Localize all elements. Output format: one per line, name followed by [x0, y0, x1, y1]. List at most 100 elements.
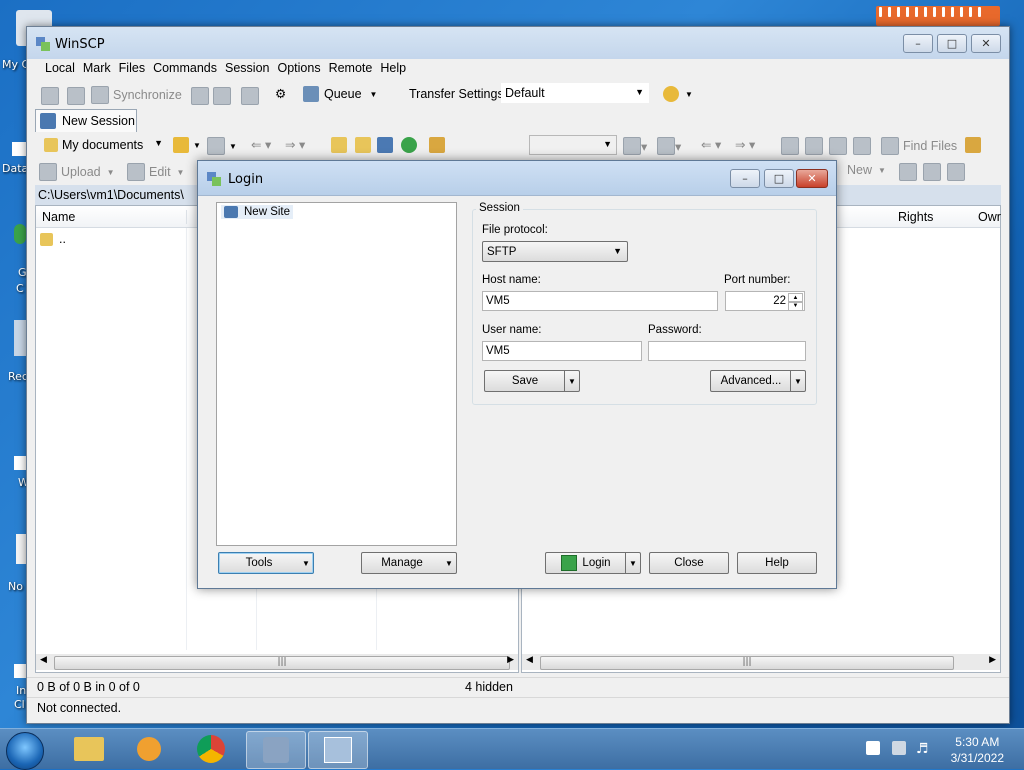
properties-icon[interactable]	[241, 87, 259, 105]
site-tree-item-new-site[interactable]: New Site	[221, 205, 294, 219]
clock[interactable]: 5:30 AM 3/31/2022	[951, 734, 1004, 766]
back-arrow-icon[interactable]: ⇐ ▾	[251, 137, 271, 152]
notepad-icon[interactable]	[16, 534, 26, 564]
terminal-icon[interactable]	[213, 87, 231, 105]
scrollbar-thumb[interactable]: |||	[54, 656, 510, 670]
local-location-select[interactable]: My documents ▼	[41, 135, 167, 155]
menu-local[interactable]: Local	[41, 59, 79, 77]
port-number-input[interactable]: 22 ▲ ▼	[725, 291, 805, 311]
menu-files[interactable]: Files	[115, 59, 149, 77]
advanced-button[interactable]: Advanced... ▼	[710, 370, 806, 392]
preferences-gear-icon[interactable]: ⚙	[275, 86, 286, 101]
chrome-desktop-icon[interactable]	[14, 224, 26, 244]
remote-forward-arrow-icon[interactable]: ⇒ ▾	[735, 137, 755, 152]
close-button[interactable]: ✕	[796, 169, 828, 188]
column-owner[interactable]: Owr	[978, 210, 1001, 224]
compare-icon[interactable]	[41, 87, 59, 105]
remote-parent-dir-icon[interactable]	[781, 137, 799, 155]
spin-down-icon[interactable]: ▼	[788, 301, 803, 311]
expand-icon[interactable]	[899, 163, 917, 181]
menu-help[interactable]: Help	[376, 59, 410, 77]
remote-tree-icon[interactable]	[965, 137, 981, 153]
login-button[interactable]: Login ▼	[545, 552, 641, 574]
local-horizontal-scrollbar[interactable]: ◀ ||| ▶	[36, 654, 518, 670]
menu-commands[interactable]: Commands	[149, 59, 221, 77]
recycle-bin-icon[interactable]	[14, 320, 26, 356]
action-center-icon[interactable]	[866, 741, 880, 755]
minimize-button[interactable]: –	[903, 34, 933, 53]
scroll-left-icon[interactable]: ◀	[40, 655, 47, 665]
scroll-right-icon[interactable]: ▶	[507, 655, 514, 665]
root-dir-icon[interactable]	[355, 137, 371, 153]
tools-button[interactable]: Tools ▼	[218, 552, 314, 574]
winscp-taskbar-icon[interactable]	[246, 731, 306, 769]
menu-session[interactable]: Session	[221, 59, 273, 77]
remote-filter-icon[interactable]: ▾	[657, 137, 681, 155]
remote-root-dir-icon[interactable]	[805, 137, 823, 155]
shortcut-icon[interactable]	[12, 142, 26, 156]
maximize-button[interactable]: □	[764, 169, 794, 188]
filter-icon[interactable]: ▼	[207, 137, 237, 155]
menu-options[interactable]: Options	[273, 59, 324, 77]
file-protocol-select[interactable]: SFTP ▼	[482, 241, 628, 262]
refresh-icon[interactable]	[401, 137, 417, 153]
menu-mark[interactable]: Mark	[79, 59, 115, 77]
transfer-options-icon[interactable]: ▼	[663, 86, 693, 102]
maximize-button[interactable]: □	[937, 34, 967, 53]
remote-back-arrow-icon[interactable]: ⇐ ▾	[701, 137, 721, 152]
console-icon[interactable]	[191, 87, 209, 105]
remote-location-select[interactable]: ▼	[529, 135, 617, 155]
find-files-button[interactable]: Find Files	[881, 137, 957, 155]
forward-arrow-icon[interactable]: ⇒ ▾	[285, 137, 305, 152]
synchronize-button[interactable]: Synchronize	[91, 86, 182, 104]
chrome-icon[interactable]	[182, 731, 240, 767]
window-title: WinSCP	[55, 37, 105, 52]
close-dialog-button[interactable]: Close	[649, 552, 729, 574]
tree-icon[interactable]	[429, 137, 445, 153]
home-icon[interactable]	[377, 137, 393, 153]
host-name-input[interactable]: VM5	[482, 291, 718, 311]
start-button[interactable]	[6, 732, 44, 770]
user-name-input[interactable]: VM5	[482, 341, 642, 361]
file-explorer-icon[interactable]	[60, 731, 118, 767]
site-tree[interactable]: New Site	[216, 202, 457, 546]
upload-button[interactable]: Upload ▼	[39, 163, 115, 181]
sync-browse-icon[interactable]	[67, 87, 85, 105]
network-icon[interactable]	[892, 741, 906, 755]
remote-refresh-icon[interactable]	[853, 137, 871, 155]
queue-button[interactable]: Queue ▼	[303, 86, 377, 102]
close-button[interactable]: ✕	[971, 34, 1001, 53]
remote-horizontal-scrollbar[interactable]: ◀ ||| ▶	[522, 654, 1000, 670]
column-name[interactable]: Name	[36, 209, 187, 224]
open-folder-icon[interactable]: ▼	[173, 137, 201, 153]
chevron-down-icon[interactable]: ▼	[625, 553, 640, 573]
tab-new-session[interactable]: New Session	[35, 109, 137, 132]
remote-home-icon[interactable]	[829, 137, 847, 155]
new-button[interactable]: New ▼	[847, 163, 886, 177]
chevron-down-icon[interactable]: ▼	[564, 371, 579, 391]
media-player-icon[interactable]	[120, 731, 178, 767]
login-titlebar[interactable]: Login – □ ✕	[198, 161, 836, 196]
minimize-button[interactable]: –	[730, 169, 760, 188]
menu-remote[interactable]: Remote	[325, 59, 377, 77]
chevron-down-icon[interactable]: ▼	[790, 371, 805, 391]
transfer-settings-select[interactable]: Default ▼	[501, 83, 649, 103]
remote-filter-icon[interactable]	[947, 163, 965, 181]
remote-open-folder-icon[interactable]: ▾	[623, 137, 647, 155]
help-button[interactable]: Help	[737, 552, 817, 574]
winscp-titlebar[interactable]: WinSCP – □ ✕	[27, 27, 1009, 59]
save-button[interactable]: Save ▼	[484, 370, 580, 392]
password-input[interactable]	[648, 341, 806, 361]
column-rights[interactable]: Rights	[898, 210, 933, 224]
scrollbar-thumb[interactable]: |||	[540, 656, 954, 670]
list-item[interactable]: ..	[40, 232, 66, 246]
shortcut-icon[interactable]	[14, 664, 26, 678]
volume-icon[interactable]: ♬	[916, 741, 929, 757]
parent-dir-icon[interactable]	[331, 137, 347, 153]
winscp-login-taskbar-icon[interactable]	[308, 731, 368, 769]
collapse-icon[interactable]	[923, 163, 941, 181]
scroll-left-icon[interactable]: ◀	[526, 655, 533, 665]
edit-button[interactable]: Edit ▼	[127, 163, 184, 181]
manage-button[interactable]: Manage ▼	[361, 552, 457, 574]
scroll-right-icon[interactable]: ▶	[989, 655, 996, 665]
